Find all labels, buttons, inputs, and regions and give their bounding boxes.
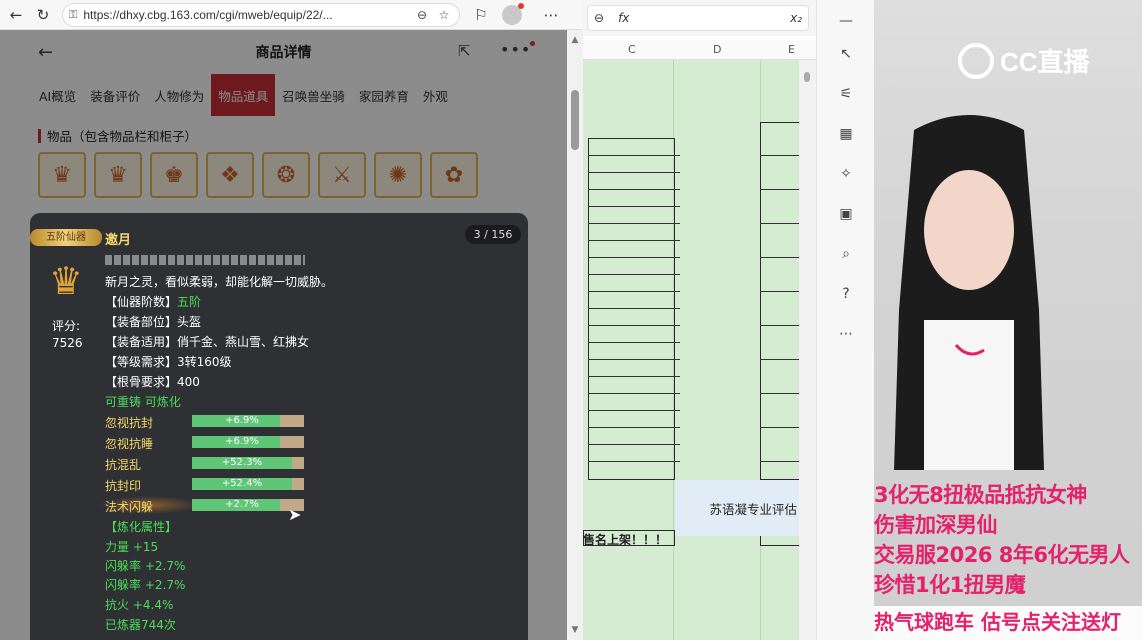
formula-bar: ⊖ fx x₂ bbox=[583, 0, 816, 36]
refine-attr: 力量 +15 bbox=[105, 540, 159, 554]
stat-label: 忽视抗睡 bbox=[105, 437, 154, 451]
page-content: ← 商品详情 ⇱ ••• AI概览 装备评价 人物修为 物品道具 召唤兽坐骑 家… bbox=[0, 30, 567, 640]
zoom-out-icon[interactable]: ⊖ bbox=[594, 11, 604, 25]
cc-logo-text: CC直播 bbox=[1000, 47, 1090, 77]
cell-grid[interactable]: 苏语凝专业评估 售名上架！！！ bbox=[583, 60, 800, 640]
stat-bar: +52.3% bbox=[192, 457, 304, 469]
more-dots-icon[interactable]: ⋯ bbox=[835, 323, 857, 345]
browser-window: ← ↻ ⚿ https://dhxy.cbg.163.com/cgi/mweb/… bbox=[0, 0, 583, 640]
attr-key: 【装备适用】 bbox=[105, 335, 178, 349]
stat-label: 法术闪躲 bbox=[105, 500, 154, 514]
subscript-icon[interactable]: x₂ bbox=[790, 11, 802, 25]
attr-value: 五阶 bbox=[177, 295, 202, 309]
refine-status: 可重铸 可炼化 bbox=[105, 395, 181, 409]
attr-value: 400 bbox=[177, 375, 200, 389]
attr-key: 【装备部位】 bbox=[105, 315, 178, 329]
reload-icon[interactable]: ↻ bbox=[32, 4, 54, 26]
scroll-up-icon[interactable]: ▲ bbox=[569, 34, 581, 46]
stat-value: +52.4% bbox=[221, 478, 263, 489]
stat-label: 忽视抗封 bbox=[105, 416, 154, 430]
attr-key: 【根骨要求】 bbox=[105, 375, 178, 389]
caption-line: 交易服2026 8年6化无男人 bbox=[874, 543, 1130, 567]
page-info-icon[interactable]: ⚿ bbox=[69, 8, 77, 22]
menu-dots-icon[interactable]: ⋯ bbox=[540, 4, 562, 26]
refine-count: 已炼器744次 bbox=[105, 618, 176, 632]
notice-cell[interactable]: 售名上架！！！ bbox=[583, 531, 667, 548]
refine-attr: 抗火 +4.4% bbox=[105, 598, 174, 612]
evaluation-cell[interactable]: 苏语凝专业评估 bbox=[675, 480, 799, 536]
item-tooltip: 五阶仙器 邀月 3 / 156 ♛ 评分: 7526 新月之灵，看似柔弱，却能化… bbox=[30, 213, 528, 640]
mouse-cursor-icon: ➤ bbox=[288, 505, 302, 524]
favorite-star-icon[interactable]: ☆ bbox=[435, 6, 453, 24]
attr-row: 【根骨要求】400 bbox=[105, 373, 200, 390]
zoom-icon[interactable]: ⊖ bbox=[413, 6, 431, 24]
stat-label: 抗封印 bbox=[105, 479, 142, 493]
attr-row: 【仙器阶数】五阶 bbox=[105, 293, 201, 310]
rank-badge: 五阶仙器 bbox=[30, 229, 102, 246]
masked-text bbox=[105, 255, 305, 265]
column-label[interactable]: E bbox=[788, 43, 795, 56]
caption-line: 珍惜1化1扭男魔 bbox=[874, 573, 1026, 597]
score-value: 7526 bbox=[52, 336, 83, 350]
column-label[interactable]: D bbox=[713, 43, 721, 56]
attr-value: 3转160级 bbox=[177, 355, 232, 369]
cc-logo-icon bbox=[958, 42, 994, 79]
scroll-thumb[interactable] bbox=[571, 90, 579, 150]
refine-attr: 闪躲率 +2.7% bbox=[105, 578, 186, 592]
bottom-ticker: 热气球跑车 估号点关注送灯 bbox=[874, 606, 1142, 640]
help-icon[interactable]: ? bbox=[835, 283, 857, 305]
item-description: 新月之灵，看似柔弱，却能化解一切威胁。 bbox=[105, 275, 334, 289]
stat-value: +6.9% bbox=[225, 436, 259, 447]
url-text[interactable]: https://dhxy.cbg.163.com/cgi/mweb/equip/… bbox=[83, 8, 409, 22]
item-name: 邀月 bbox=[105, 233, 132, 248]
refine-attr: 闪躲率 +2.7% bbox=[105, 559, 186, 573]
table-icon[interactable]: ▦ bbox=[835, 123, 857, 145]
stat-bar: +6.9% bbox=[192, 415, 304, 427]
caption-line: 3化无8扭极品抵抗女神 bbox=[874, 483, 1087, 507]
page-scrollbar[interactable]: ▲ ▼ bbox=[567, 30, 583, 640]
attr-row: 【等级需求】3转160级 bbox=[105, 353, 232, 370]
item-counter: 3 / 156 bbox=[465, 225, 521, 244]
formula-input[interactable]: ⊖ fx x₂ bbox=[587, 5, 809, 31]
function-icon[interactable]: fx bbox=[618, 11, 629, 25]
attr-value: 头盔 bbox=[177, 315, 202, 329]
select-cursor-icon[interactable]: ↖ bbox=[835, 43, 857, 65]
sheet-scrollbar[interactable] bbox=[799, 60, 816, 640]
scroll-down-icon[interactable]: ▼ bbox=[569, 624, 581, 636]
attr-row: 【装备部位】头盔 bbox=[105, 313, 201, 330]
profile-avatar[interactable] bbox=[502, 2, 524, 25]
column-label[interactable]: C bbox=[628, 43, 636, 56]
minimize-icon[interactable]: — bbox=[835, 10, 857, 32]
stat-value: +52.3% bbox=[221, 457, 263, 468]
back-arrow-icon[interactable]: ← bbox=[5, 4, 27, 26]
stat-value: +6.9% bbox=[225, 415, 259, 426]
address-bar[interactable]: ⚿ https://dhxy.cbg.163.com/cgi/mweb/equi… bbox=[62, 2, 460, 27]
stat-bar: +6.9% bbox=[192, 436, 304, 448]
streamer-silhouette bbox=[894, 115, 1044, 470]
spreadsheet: ⊖ fx x₂ C D E 苏语凝专业评估 售名上架！！！ bbox=[583, 0, 816, 640]
column-header: C D E bbox=[583, 40, 816, 60]
stat-bar: +52.4% bbox=[192, 478, 304, 490]
caption-line: 伤害加深男仙 bbox=[874, 513, 998, 537]
browser-toolbar: ← ↻ ⚿ https://dhxy.cbg.163.com/cgi/mweb/… bbox=[0, 0, 583, 30]
side-toolbar: — ↖ ⚟ ▦ ✧ ▣ ⌕ ? ⋯ bbox=[816, 0, 874, 640]
score-label: 评分: bbox=[52, 319, 81, 333]
find-icon[interactable]: ⌕ bbox=[835, 243, 857, 265]
cc-live-logo: CC直播 bbox=[958, 42, 1090, 79]
magic-star-icon[interactable]: ✧ bbox=[835, 163, 857, 185]
attr-key: 【等级需求】 bbox=[105, 355, 178, 369]
stat-label: 抗混乱 bbox=[105, 458, 142, 472]
stat-value: +2.7% bbox=[225, 499, 259, 510]
scrolling-captions: 3化无8扭极品抵抗女神 伤害加深男仙 交易服2026 8年6化无男人 珍惜1化1… bbox=[874, 480, 1142, 600]
sliders-icon[interactable]: ⚟ bbox=[835, 83, 857, 105]
image-icon[interactable]: ▣ bbox=[835, 203, 857, 225]
attr-row: 【装备适用】俏千金、燕山雪、红拂女 bbox=[105, 333, 309, 350]
refine-title: 【炼化属性】 bbox=[105, 520, 178, 534]
collections-icon[interactable]: ⚐ bbox=[470, 4, 492, 26]
attr-value: 俏千金、燕山雪、红拂女 bbox=[177, 335, 310, 349]
live-stream-overlay: CC直播 3化无8扭极品抵抗女神 伤害加深男仙 交易服2026 8年6化无男人 … bbox=[874, 0, 1142, 640]
crown-icon: ♛ bbox=[48, 259, 84, 303]
attr-key: 【仙器阶数】 bbox=[105, 295, 178, 309]
